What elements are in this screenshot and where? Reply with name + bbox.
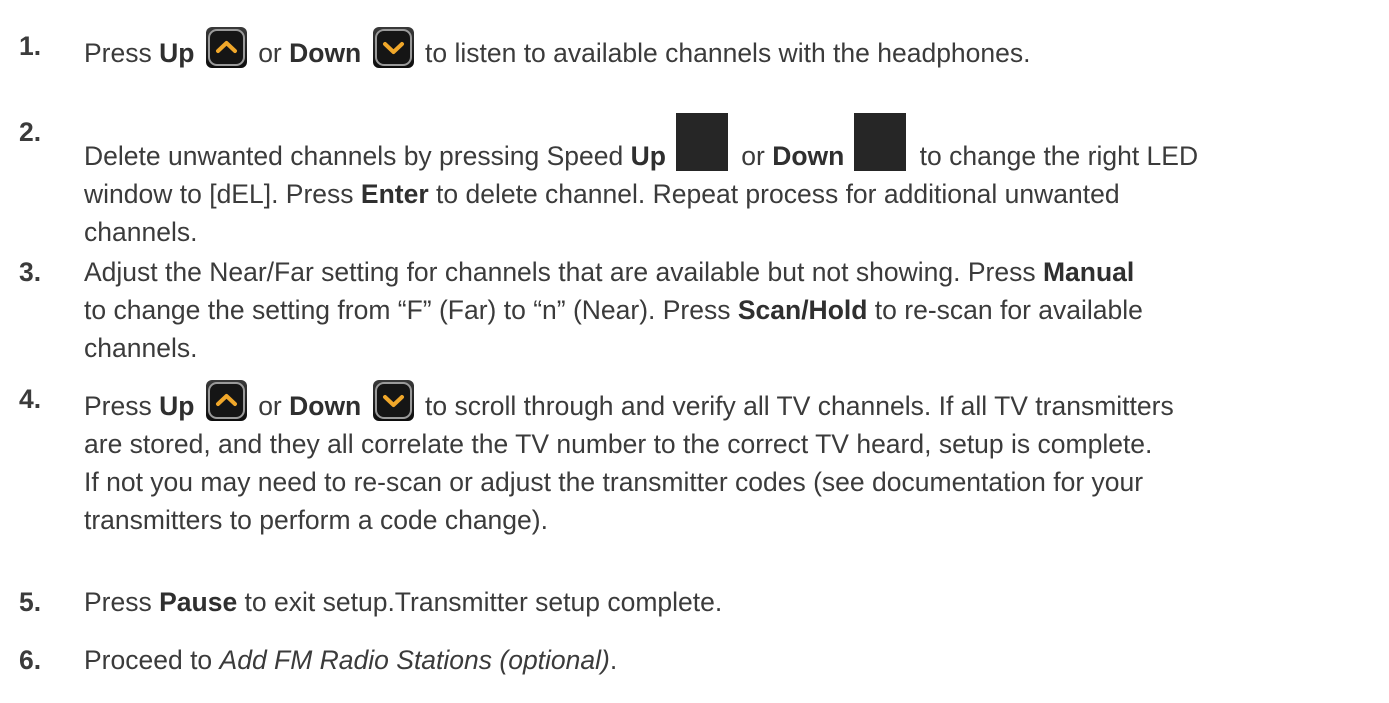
speed-up-button-icon [675, 113, 728, 171]
step-text: to delete channel. Repeat process for ad… [428, 179, 1120, 209]
step-text: to change the setting from “F” (Far) to … [84, 295, 738, 325]
step-number: 6. [19, 645, 42, 675]
step-number: 3. [19, 257, 42, 287]
step-text: Delete unwanted channels by pressing Spe… [84, 141, 631, 171]
step-6: 6. Proceed to Add FM Radio Stations (opt… [19, 641, 1379, 679]
step-number: 4. [19, 384, 42, 414]
step-3: 3. Adjust the Near/Far setting for chann… [19, 253, 1379, 367]
up-label: Up [159, 391, 195, 421]
speed-down-button-icon [854, 113, 907, 171]
up-label: Up [159, 38, 195, 68]
down-label: Down [289, 391, 362, 421]
step-text: Press [84, 38, 160, 68]
step-text: If not you may need to re-scan or adjust… [84, 467, 1144, 497]
step-text: . [609, 645, 618, 675]
step-text: to re-scan for available [867, 295, 1143, 325]
step-4: 4. Press Up or Down to scroll through an… [19, 380, 1379, 539]
enter-label: Enter [360, 179, 429, 209]
step-text: to change the right LED [912, 141, 1199, 171]
step-text: are stored, and they all correlate the T… [84, 429, 1153, 459]
step-number: 5. [19, 587, 42, 617]
step-text: to listen to available channels with the… [425, 38, 1031, 68]
scan-hold-label: Scan/Hold [737, 295, 868, 325]
step-5: 5. Press Pause to exit setup.Transmitter… [19, 583, 1379, 621]
fm-radio-link-text: Add FM Radio Stations (optional) [219, 645, 610, 675]
step-text: Press [84, 391, 160, 421]
step-text: Adjust the Near/Far setting for channels… [84, 257, 1043, 287]
down-label: Down [772, 141, 845, 171]
step-2: 2. Delete unwanted channels by pressing … [19, 113, 1379, 251]
step-text: Press [84, 587, 160, 617]
chevron-down-button-icon [372, 380, 414, 421]
step-text: transmitters to perform a code change). [84, 505, 548, 535]
step-text: or [258, 38, 290, 68]
step-text: or [733, 141, 773, 171]
step-text: or [258, 391, 290, 421]
step-text: to scroll through and verify all TV chan… [425, 391, 1174, 421]
chevron-down-button-icon [372, 27, 414, 68]
chevron-up-button-icon [205, 380, 247, 421]
step-text: window to [dEL]. Press [84, 179, 361, 209]
step-text: to exit setup.Transmitter setup complete… [237, 587, 723, 617]
down-label: Down [289, 38, 362, 68]
step-text: channels. [84, 217, 198, 247]
step-number: 2. [19, 117, 42, 147]
chevron-up-button-icon [205, 27, 247, 68]
manual-label: Manual [1042, 257, 1135, 287]
pause-label: Pause [159, 587, 238, 617]
step-text: channels. [84, 333, 198, 363]
step-1: 1. Press Up or Down to listen to availab… [19, 27, 1379, 72]
step-text: Proceed to [84, 645, 220, 675]
up-label: Up [630, 141, 666, 171]
step-number: 1. [19, 31, 42, 61]
